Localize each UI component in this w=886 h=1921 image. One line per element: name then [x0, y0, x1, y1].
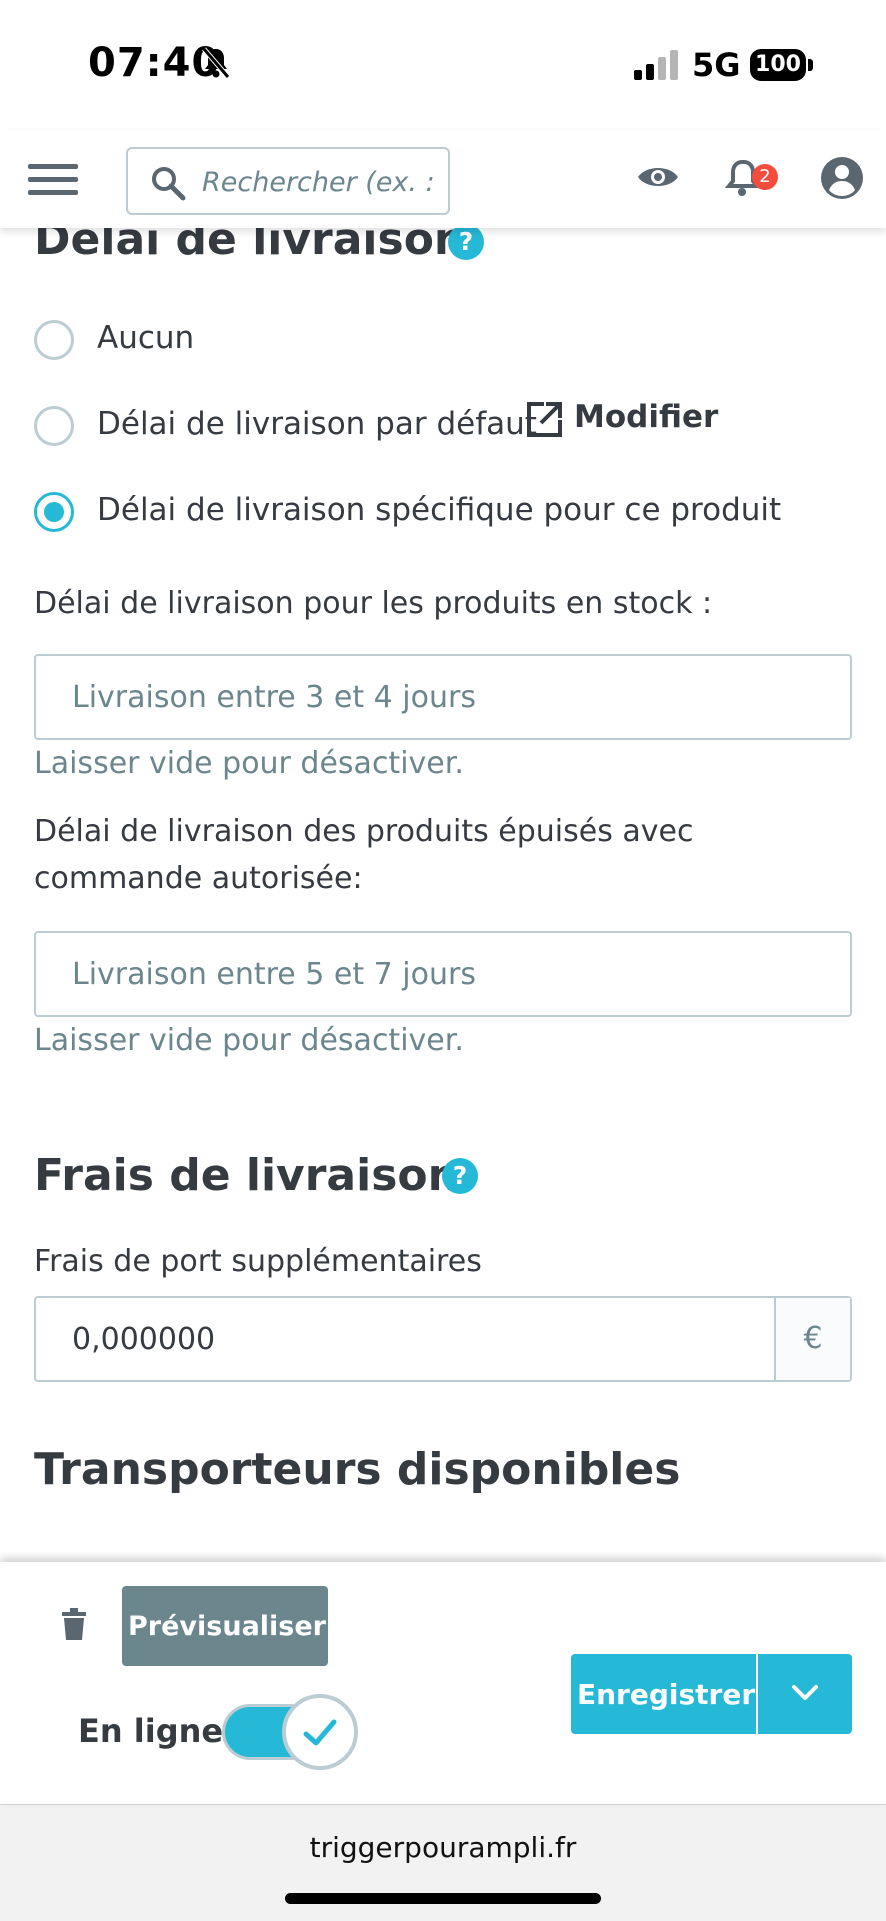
menu-icon[interactable] [28, 164, 78, 196]
notification-badge: 2 [752, 164, 778, 190]
radio-default-label[interactable]: Délai de livraison par défaut [97, 406, 537, 442]
shipping-fees-help-icon[interactable]: ? [442, 1158, 478, 1194]
preview-button[interactable]: Prévisualiser [122, 1586, 328, 1666]
online-toggle[interactable] [220, 1694, 360, 1770]
profile-icon[interactable] [820, 156, 864, 204]
delivery-time-help-icon[interactable]: ? [448, 224, 484, 260]
out-of-stock-hint: Laisser vide pour désactiver. [34, 1023, 464, 1058]
top-header: 2 [0, 130, 886, 228]
out-of-stock-input[interactable] [36, 933, 850, 1015]
out-of-stock-field[interactable] [34, 931, 852, 1017]
checkmark-icon [303, 1719, 337, 1746]
shipping-fees-field[interactable]: € [34, 1296, 852, 1382]
in-stock-field[interactable] [34, 654, 852, 740]
save-options-button[interactable] [758, 1654, 852, 1734]
search-box[interactable] [126, 147, 450, 215]
currency-addon: € [774, 1298, 850, 1380]
battery-icon: 100 [750, 49, 806, 81]
cellular-signal-icon [634, 50, 680, 84]
radio-specific[interactable] [34, 492, 74, 532]
radio-none[interactable] [34, 320, 74, 360]
online-label: En ligne [78, 1712, 224, 1750]
search-icon [150, 165, 186, 205]
silent-mode-icon [200, 46, 232, 84]
shipping-fees-label: Frais de port supplémentaires [34, 1244, 482, 1279]
home-indicator [285, 1893, 601, 1904]
trash-icon[interactable] [60, 1608, 88, 1646]
chevron-down-icon [792, 1684, 818, 1700]
save-button[interactable]: Enregistrer [571, 1654, 756, 1734]
modify-link[interactable]: Modifier [574, 399, 718, 435]
radio-default[interactable] [34, 406, 74, 446]
status-bar: 07:40 5G 100 [0, 0, 886, 130]
in-stock-hint: Laisser vide pour désactiver. [34, 746, 464, 781]
shipping-fees-title: Frais de livraison [34, 1150, 459, 1201]
in-stock-input[interactable] [36, 656, 850, 738]
toggle-knob[interactable] [282, 1694, 358, 1770]
url-text[interactable]: triggerpourampli.fr [0, 1831, 886, 1864]
in-stock-label: Délai de livraison pour les produits en … [34, 586, 713, 621]
search-input[interactable] [200, 149, 444, 213]
battery-tip [808, 59, 813, 71]
browser-address-bar[interactable]: triggerpourampli.fr [0, 1804, 886, 1921]
radio-none-label[interactable]: Aucun [97, 320, 194, 356]
bottom-toolbar: Prévisualiser En ligne Enregistrer [0, 1562, 886, 1804]
shipping-fees-input[interactable] [36, 1298, 776, 1380]
radio-specific-label[interactable]: Délai de livraison spécifique pour ce pr… [97, 492, 781, 528]
out-of-stock-label: Délai de livraison des produits épuisés … [34, 814, 694, 896]
carriers-title: Transporteurs disponibles [34, 1444, 681, 1495]
external-link-icon[interactable] [524, 400, 564, 444]
network-type: 5G [692, 46, 741, 84]
eye-icon[interactable] [636, 162, 680, 196]
